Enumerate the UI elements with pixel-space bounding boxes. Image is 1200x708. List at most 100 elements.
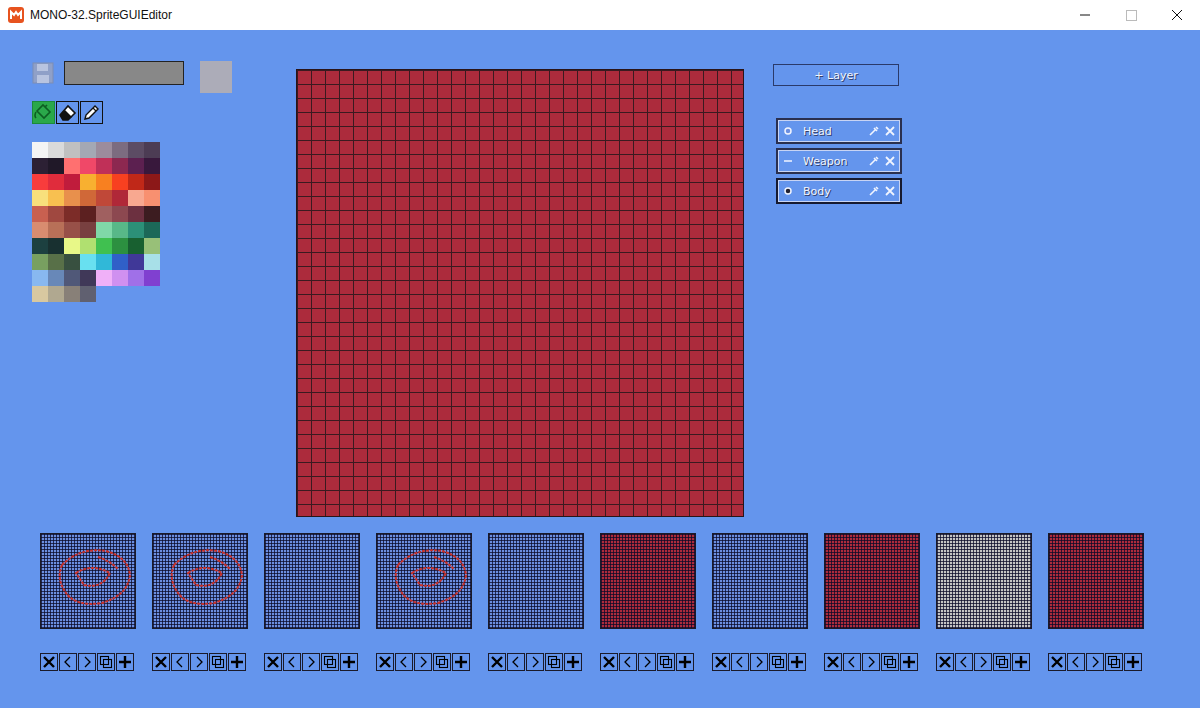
- copy-frame-button[interactable]: [657, 653, 675, 671]
- layer-item[interactable]: Head: [776, 118, 902, 144]
- palette-color[interactable]: [96, 174, 112, 190]
- delete-frame-button[interactable]: [600, 653, 618, 671]
- palette-color[interactable]: [128, 142, 144, 158]
- left-frame-button[interactable]: [171, 653, 189, 671]
- copy-frame-button[interactable]: [321, 653, 339, 671]
- palette-color[interactable]: [48, 270, 64, 286]
- copy-frame-button[interactable]: [209, 653, 227, 671]
- palette-color[interactable]: [112, 142, 128, 158]
- palette-color[interactable]: [128, 190, 144, 206]
- add-frame-button[interactable]: [564, 653, 582, 671]
- palette-color[interactable]: [32, 270, 48, 286]
- left-frame-button[interactable]: [955, 653, 973, 671]
- left-frame-button[interactable]: [619, 653, 637, 671]
- left-frame-button[interactable]: [59, 653, 77, 671]
- palette-color[interactable]: [64, 190, 80, 206]
- palette-color[interactable]: [128, 174, 144, 190]
- palette-color[interactable]: [112, 254, 128, 270]
- palette-color[interactable]: [112, 238, 128, 254]
- palette-color[interactable]: [64, 174, 80, 190]
- add-frame-button[interactable]: [900, 653, 918, 671]
- palette-color[interactable]: [48, 158, 64, 174]
- palette-color[interactable]: [96, 158, 112, 174]
- frame-thumbnail[interactable]: [152, 533, 248, 629]
- delete-frame-button[interactable]: [40, 653, 58, 671]
- palette-color[interactable]: [32, 222, 48, 238]
- palette-color[interactable]: [32, 254, 48, 270]
- frame-thumbnail[interactable]: [40, 533, 136, 629]
- palette-color[interactable]: [48, 286, 64, 302]
- palette-color[interactable]: [96, 254, 112, 270]
- frame-thumbnail[interactable]: [936, 533, 1032, 629]
- delete-frame-button[interactable]: [152, 653, 170, 671]
- right-frame-button[interactable]: [1086, 653, 1104, 671]
- save-icon[interactable]: [32, 62, 54, 84]
- palette-color[interactable]: [48, 142, 64, 158]
- palette-color[interactable]: [80, 158, 96, 174]
- right-frame-button[interactable]: [526, 653, 544, 671]
- pixel-canvas[interactable]: [296, 69, 744, 517]
- sprite-name-field[interactable]: [64, 61, 184, 85]
- palette-color[interactable]: [128, 254, 144, 270]
- maximize-icon[interactable]: [1108, 0, 1154, 30]
- frame-thumbnail[interactable]: [712, 533, 808, 629]
- palette-color[interactable]: [32, 142, 48, 158]
- palette-color[interactable]: [112, 222, 128, 238]
- layer-item[interactable]: Body: [776, 178, 902, 204]
- add-frame-button[interactable]: [116, 653, 134, 671]
- palette-color[interactable]: [128, 270, 144, 286]
- right-frame-button[interactable]: [414, 653, 432, 671]
- add-layer-button[interactable]: + Layer: [773, 64, 899, 86]
- right-frame-button[interactable]: [302, 653, 320, 671]
- palette-color[interactable]: [144, 206, 160, 222]
- add-frame-button[interactable]: [1012, 653, 1030, 671]
- delete-icon[interactable]: [884, 155, 896, 167]
- pencil-tool[interactable]: [80, 101, 103, 124]
- palette-color[interactable]: [32, 158, 48, 174]
- delete-frame-button[interactable]: [376, 653, 394, 671]
- palette-color[interactable]: [112, 206, 128, 222]
- palette-color[interactable]: [144, 238, 160, 254]
- palette-color[interactable]: [48, 174, 64, 190]
- palette-color[interactable]: [80, 270, 96, 286]
- palette-color[interactable]: [48, 206, 64, 222]
- minimize-icon[interactable]: [1062, 0, 1108, 30]
- palette-color[interactable]: [96, 222, 112, 238]
- copy-frame-button[interactable]: [97, 653, 115, 671]
- palette-color[interactable]: [80, 206, 96, 222]
- delete-frame-button[interactable]: [264, 653, 282, 671]
- palette-color[interactable]: [144, 254, 160, 270]
- visibility-icon[interactable]: [783, 186, 793, 196]
- palette-color[interactable]: [144, 190, 160, 206]
- palette-color[interactable]: [32, 238, 48, 254]
- palette-color[interactable]: [128, 222, 144, 238]
- eraser-tool[interactable]: [56, 101, 79, 124]
- visibility-icon[interactable]: [783, 126, 793, 136]
- palette-color[interactable]: [64, 142, 80, 158]
- right-frame-button[interactable]: [638, 653, 656, 671]
- delete-frame-button[interactable]: [1048, 653, 1066, 671]
- right-frame-button[interactable]: [974, 653, 992, 671]
- palette-color[interactable]: [112, 174, 128, 190]
- frame-thumbnail[interactable]: [488, 533, 584, 629]
- right-frame-button[interactable]: [750, 653, 768, 671]
- copy-frame-button[interactable]: [993, 653, 1011, 671]
- palette-color[interactable]: [64, 206, 80, 222]
- palette-color[interactable]: [64, 222, 80, 238]
- frame-thumbnail[interactable]: [264, 533, 360, 629]
- frame-thumbnail[interactable]: [600, 533, 696, 629]
- copy-frame-button[interactable]: [433, 653, 451, 671]
- right-frame-button[interactable]: [78, 653, 96, 671]
- fill-tool[interactable]: [32, 101, 55, 124]
- frame-thumbnail[interactable]: [376, 533, 472, 629]
- eyedropper-icon[interactable]: [868, 155, 880, 167]
- palette-color[interactable]: [144, 142, 160, 158]
- frame-thumbnail[interactable]: [1048, 533, 1144, 629]
- left-frame-button[interactable]: [507, 653, 525, 671]
- copy-frame-button[interactable]: [769, 653, 787, 671]
- add-frame-button[interactable]: [452, 653, 470, 671]
- palette-color[interactable]: [144, 222, 160, 238]
- palette-color[interactable]: [48, 222, 64, 238]
- palette-color[interactable]: [144, 270, 160, 286]
- copy-frame-button[interactable]: [881, 653, 899, 671]
